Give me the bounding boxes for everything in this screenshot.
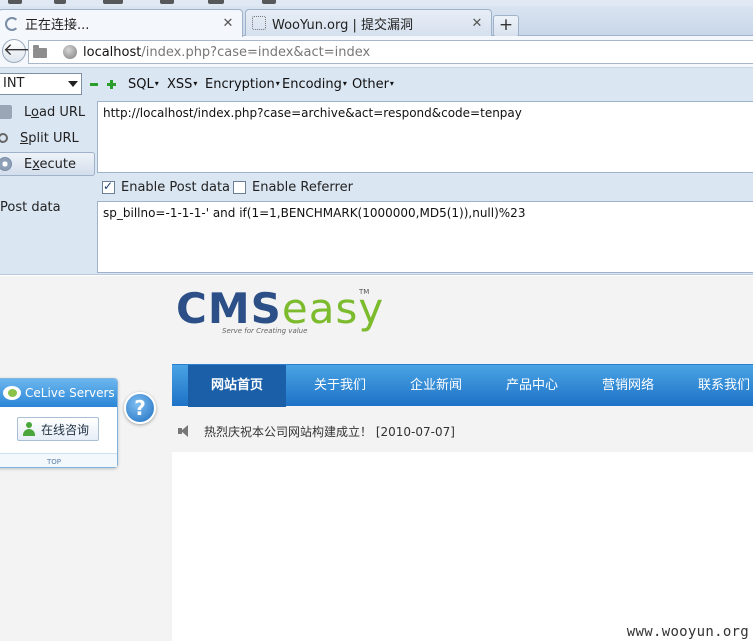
close-icon[interactable]: ✕ — [469, 16, 485, 31]
hackbar-panel: INT SQL▾ XSS▾ Encryption▾ Encoding▾ Othe… — [0, 68, 753, 275]
menu-other[interactable]: Other▾ — [352, 77, 394, 92]
site-nav: 网站首页 关于我们 企业新闻 产品中心 营销网络 联系我们 — [172, 364, 753, 407]
enable-post-label: Enable Post data — [121, 180, 231, 195]
load-url-button[interactable]: Load URL — [0, 100, 95, 124]
nav-item-contact[interactable]: 联系我们 — [678, 365, 753, 407]
int-select[interactable]: INT — [0, 73, 82, 95]
announcement-bar: 热烈庆祝本公司网站构建成立！ [2010-07-07] — [172, 414, 753, 448]
menu-label: Encoding — [282, 77, 342, 92]
split-url-label: Split URL — [20, 130, 79, 146]
execute-label: Execute — [24, 156, 76, 172]
back-button[interactable]: 🡐 — [2, 39, 49, 63]
logo-cms: CMS — [176, 284, 282, 333]
back-to-top-link[interactable]: TOP — [47, 458, 61, 466]
globe-icon — [63, 45, 77, 59]
close-icon[interactable]: ✕ — [220, 16, 236, 31]
execute-button[interactable]: Execute — [0, 152, 95, 176]
load-url-icon — [0, 105, 12, 119]
celive-title: CeLive Servers — [25, 386, 115, 400]
content-area — [172, 452, 753, 641]
online-consult-button[interactable]: 在线咨询 — [17, 417, 99, 441]
menu-label: XSS — [167, 77, 193, 92]
page-icon — [252, 16, 266, 30]
chat-icon — [3, 386, 21, 400]
celive-widget: CeLive Servers 在线咨询 TOP — [0, 378, 118, 468]
cmseasy-logo[interactable]: CMSeasy TM Serve for Creating value — [176, 288, 384, 336]
nav-item-about[interactable]: 关于我们 — [294, 365, 386, 407]
load-url-label: Load URL — [24, 104, 86, 120]
int-select-value: INT — [3, 76, 25, 91]
menu-encryption[interactable]: Encryption▾ — [205, 77, 280, 92]
tab-title: WooYun.org | 提交漏洞 — [272, 17, 414, 33]
online-consult-label: 在线咨询 — [41, 422, 90, 437]
celive-footer: TOP — [0, 453, 117, 467]
loading-spinner-icon — [5, 16, 19, 31]
execute-icon — [0, 157, 12, 171]
tab-title: 正在连接... — [25, 18, 90, 33]
enable-referrer-label: Enable Referrer — [252, 180, 353, 195]
checkbox-checked[interactable] — [102, 179, 115, 194]
menu-encoding[interactable]: Encoding▾ — [282, 77, 347, 92]
hackbar-toolbar: INT SQL▾ XSS▾ Encryption▾ Encoding▾ Othe… — [0, 71, 753, 97]
split-url-icon — [0, 133, 8, 143]
menu-xss[interactable]: XSS▾ — [167, 77, 197, 92]
menu-label: Encryption — [205, 77, 275, 92]
help-icon[interactable]: ? — [124, 392, 156, 424]
watermark: www.wooyun.org — [626, 624, 749, 640]
menu-label: SQL — [128, 77, 154, 92]
web-page: CMSeasy TM Serve for Creating value 网站首页… — [0, 276, 753, 641]
nav-item-news[interactable]: 企业新闻 — [390, 365, 482, 407]
post-data-textarea[interactable]: sp_billno=-1-1-1-' and if(1=1,BENCHMARK(… — [97, 201, 753, 273]
logo-tagline: Serve for Creating value — [222, 327, 308, 335]
post-data-label: Post data — [0, 200, 61, 215]
enable-referrer-checkbox[interactable]: Enable Referrer — [233, 180, 353, 195]
chevron-down-icon — [68, 81, 78, 87]
checkbox-unchecked[interactable] — [233, 181, 246, 194]
nav-item-network[interactable]: 营销网络 — [582, 365, 674, 407]
menu-sql[interactable]: SQL▾ — [128, 77, 159, 92]
tab-wooyun[interactable]: WooYun.org | 提交漏洞 ✕ — [245, 9, 492, 36]
enable-post-checkbox[interactable]: Enable Post data — [102, 179, 231, 195]
folder-icon — [33, 45, 47, 58]
menu-label: Other — [352, 77, 389, 92]
split-url-button[interactable]: Split URL — [0, 126, 95, 150]
celive-header: CeLive Servers — [0, 379, 117, 407]
decrement-icon[interactable] — [90, 83, 98, 86]
announcement-text[interactable]: 热烈庆祝本公司网站构建成立！ [2010-07-07] — [204, 423, 455, 440]
increment-icon[interactable] — [107, 80, 116, 89]
person-icon — [23, 422, 35, 436]
url-path: /index.php?case=index&act=index — [141, 44, 371, 60]
url-host: localhost — [83, 44, 142, 60]
tab-loading[interactable]: 正在连接... ✕ — [0, 9, 243, 37]
nav-item-home[interactable]: 网站首页 — [188, 365, 286, 407]
address-bar[interactable]: localhost/index.php?case=index&act=index — [28, 40, 753, 64]
url-textarea[interactable]: http://localhost/index.php?case=archive&… — [97, 101, 753, 173]
logo-tm: TM — [359, 288, 370, 296]
navigation-bar: 🡐 localhost/index.php?case=index&act=ind… — [0, 36, 753, 68]
nav-item-products[interactable]: 产品中心 — [486, 365, 578, 407]
speaker-icon — [178, 425, 188, 437]
new-tab-button[interactable]: + — [493, 15, 519, 37]
tab-bar: 正在连接... ✕ WooYun.org | 提交漏洞 ✕ + — [0, 6, 753, 37]
